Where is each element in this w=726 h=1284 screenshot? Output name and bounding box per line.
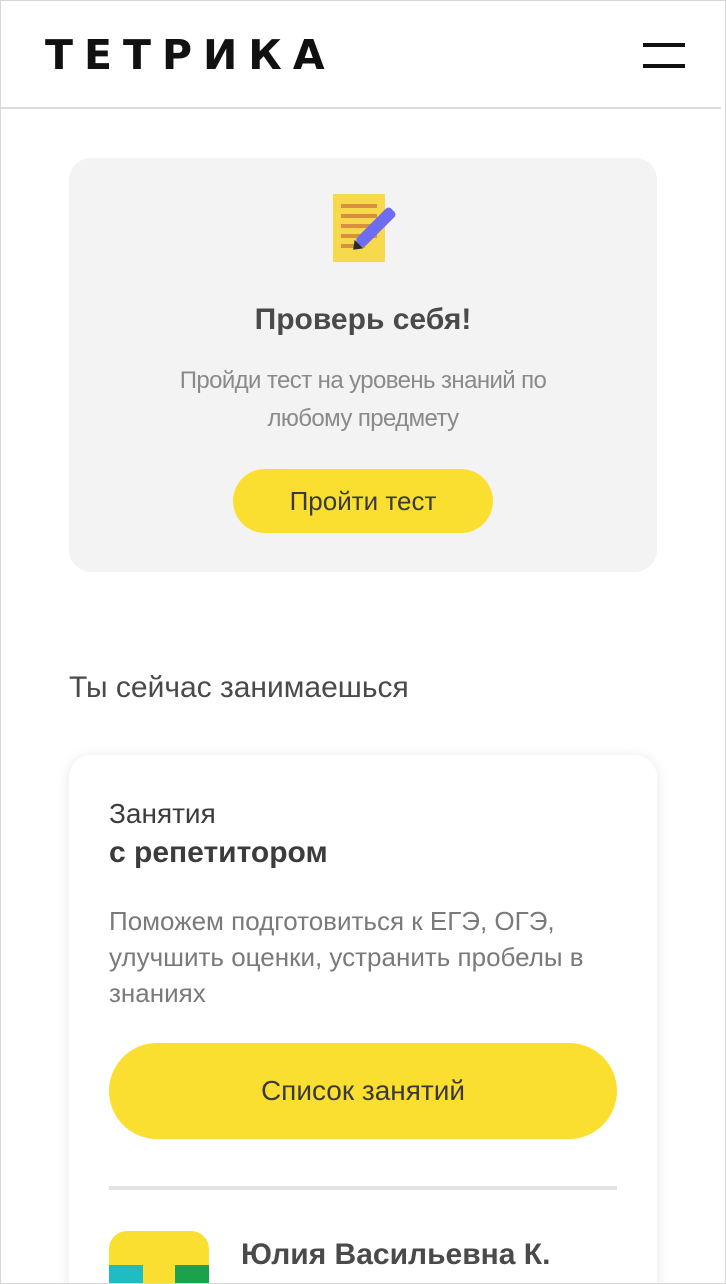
top-header: ТЕТРИКА <box>1 1 721 109</box>
menu-line-bottom <box>643 64 685 68</box>
tutor-lessons-card: Занятия с репетитором Поможем подготовит… <box>69 755 657 1283</box>
test-card-title: Проверь себя! <box>254 303 472 336</box>
divider <box>109 1186 617 1190</box>
avatar-shape-teal <box>109 1265 143 1283</box>
tutor-name[interactable]: Юлия Васильевна К. <box>241 1237 550 1273</box>
tutor-avatar[interactable] <box>109 1231 209 1283</box>
self-test-card: Проверь себя! Пройди тест на уровень зна… <box>69 158 657 572</box>
app-frame: ТЕТРИКА Проверь себя! Пройди тест на уро… <box>0 0 726 1284</box>
lesson-card-title: с репетитором <box>109 836 328 869</box>
hamburger-menu-icon[interactable] <box>643 41 685 71</box>
lesson-card-description: Поможем подготовиться к ЕГЭ, ОГЭ, улучши… <box>109 906 584 1008</box>
menu-line-top <box>643 43 685 47</box>
notepad-pencil-icon <box>333 194 396 262</box>
test-card-description: Пройди тест на уровень знаний по любому … <box>179 367 547 432</box>
current-activity-heading: Ты сейчас занимаешься <box>69 671 409 704</box>
lesson-card-kicker: Занятия <box>109 798 216 829</box>
logo[interactable]: ТЕТРИКА <box>45 31 336 79</box>
avatar-shape-green <box>175 1265 209 1283</box>
lessons-list-button[interactable]: Список занятий <box>109 1043 617 1139</box>
take-test-button[interactable]: Пройти тест <box>233 469 493 533</box>
